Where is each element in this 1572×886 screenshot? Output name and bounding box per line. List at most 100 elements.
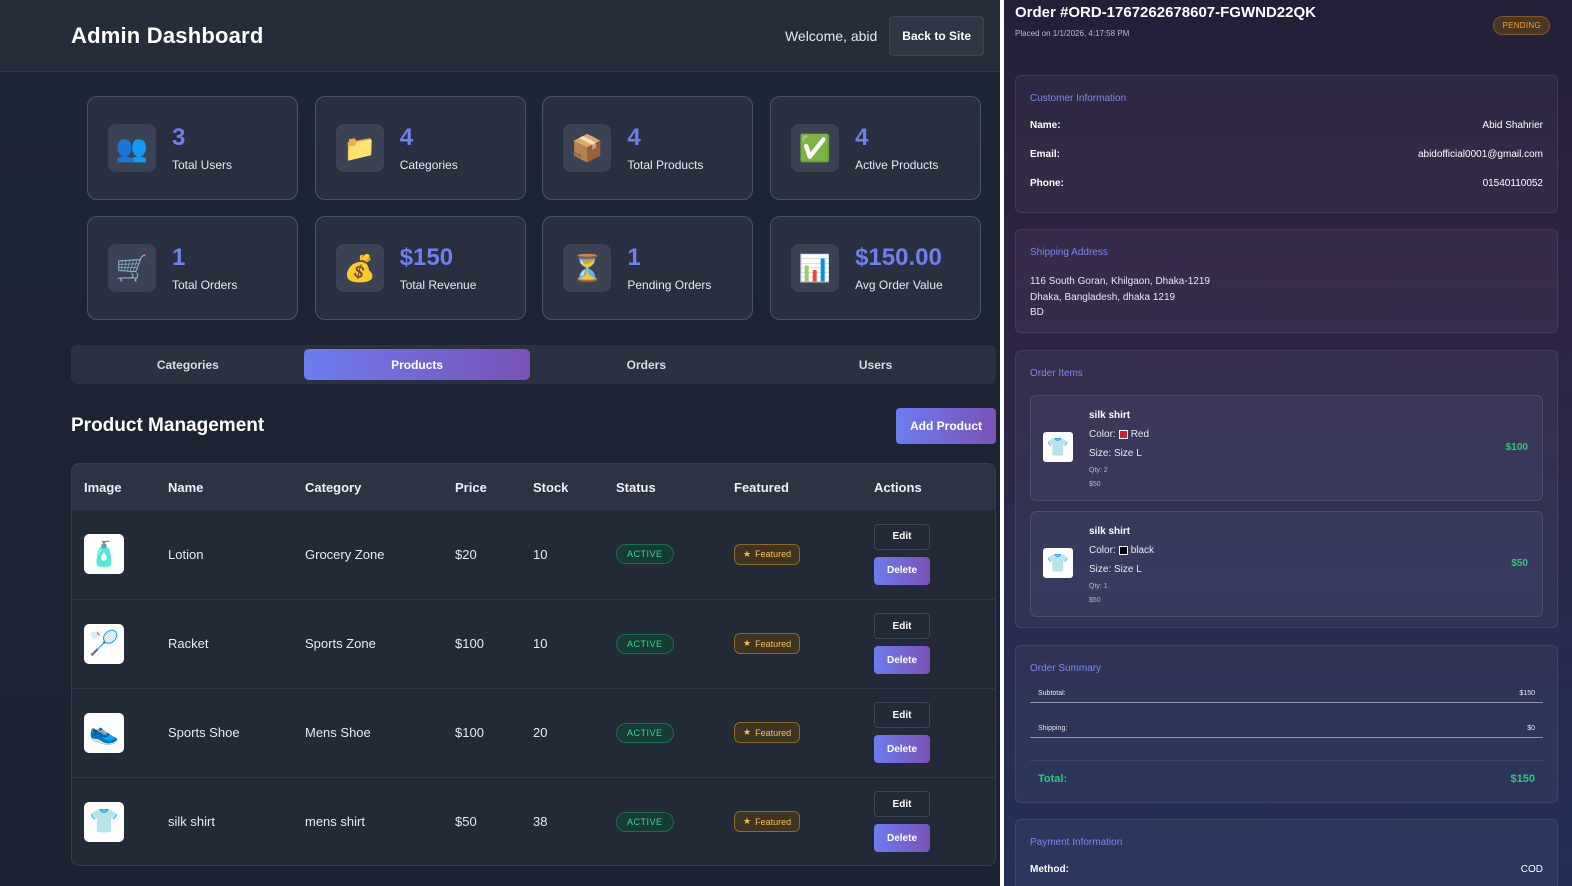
item-qty: Qty: 2 <box>1089 467 1108 474</box>
stat-card: ✅ 4 Active Products <box>770 96 982 200</box>
tab-users[interactable]: Users <box>763 349 989 380</box>
order-detail-panel[interactable]: Order #ORD-1767262678607-FGWND22QK Place… <box>1004 0 1572 886</box>
stat-card: 📊 $150.00 Avg Order Value <box>770 216 982 320</box>
product-stock: 38 <box>533 814 548 829</box>
stat-card: 👥 3 Total Users <box>87 96 298 200</box>
product-category: Grocery Zone <box>305 546 385 562</box>
folder-icon: 📁 <box>335 124 384 172</box>
field-label: Phone: <box>1030 178 1064 189</box>
tab-orders[interactable]: Orders <box>534 349 760 380</box>
subtotal-value: $150 <box>1519 690 1535 697</box>
tab-products[interactable]: Products <box>304 349 530 380</box>
product-image: 🏸 <box>84 623 124 664</box>
product-image: 👟 <box>84 712 124 753</box>
stat-card: 💰 $150 Total Revenue <box>314 216 526 320</box>
color-label: Color: <box>1089 429 1116 440</box>
featured-badge: ★ Featured <box>734 633 801 654</box>
item-color: Color: black <box>1089 545 1154 556</box>
subtotal-label: Subtotal: <box>1038 690 1066 697</box>
table-row: 👕 silk shirt mens shirt $50 38 ACTIVE ★ F… <box>72 777 995 865</box>
admin-dashboard: Admin Dashboard Welcome, abid Back to Si… <box>0 0 1000 886</box>
color-value: black <box>1130 545 1155 556</box>
stat-value: 4 <box>855 124 869 151</box>
address-line-1: 116 South Goran, Khilgaon, Dhaka-1219 <box>1030 276 1210 287</box>
card-title: Payment Information <box>1030 837 1123 848</box>
check-icon: ✅ <box>791 124 840 172</box>
tab-categories[interactable]: Categories <box>75 349 301 380</box>
card-title: Order Summary <box>1030 663 1102 674</box>
delete-button[interactable]: Delete <box>874 735 930 763</box>
stat-label: Total Revenue <box>399 278 477 292</box>
product-stock: 10 <box>533 546 548 562</box>
column-header: Actions <box>874 479 922 495</box>
stat-card: 📁 4 Categories <box>314 96 526 200</box>
order-title: Order #ORD-1767262678607-FGWND22QK <box>1015 4 1316 21</box>
total-label: Total: <box>1038 773 1068 785</box>
add-product-button[interactable]: Add Product <box>896 407 996 444</box>
edit-button[interactable]: Edit <box>874 613 930 639</box>
welcome-text: Welcome, abid <box>784 27 878 44</box>
delete-button[interactable]: Delete <box>874 646 930 674</box>
products-table: Image Name Category Price Stock Status F… <box>71 463 996 866</box>
hourglass-icon: ⏳ <box>563 244 612 292</box>
star-icon: ★ <box>743 816 752 826</box>
stat-card: 📦 4 Total Products <box>542 96 754 200</box>
edit-button[interactable]: Edit <box>874 523 930 550</box>
item-total: $50 <box>1511 558 1528 569</box>
product-category: Sports Zone <box>305 636 376 651</box>
edit-button[interactable]: Edit <box>874 702 930 728</box>
featured-label: Featured <box>755 549 792 560</box>
star-icon: ★ <box>743 638 752 648</box>
status-badge: ACTIVE <box>616 633 674 654</box>
stat-card: ⏳ 1 Pending Orders <box>542 216 754 320</box>
delete-button[interactable]: Delete <box>874 824 930 852</box>
customer-phone: 01540110052 <box>1482 178 1543 189</box>
section-title: Product Management <box>71 414 265 436</box>
order-header: Order #ORD-1767262678607-FGWND22QK Place… <box>1015 4 1560 38</box>
back-to-site-button[interactable]: Back to Site <box>889 15 984 56</box>
package-icon: 📦 <box>563 124 612 172</box>
stat-label: Total Products <box>627 158 704 172</box>
product-name: Sports Shoe <box>168 725 240 740</box>
address-line-2: Dhaka, Bangladesh, dhaka 1219 <box>1030 291 1176 303</box>
column-header: Status <box>616 479 656 495</box>
shipping-label: Shipping: <box>1038 725 1068 732</box>
column-header: Name <box>168 479 204 495</box>
stat-label: Active Products <box>855 158 939 172</box>
item-image: 👕 <box>1043 548 1073 578</box>
column-header: Image <box>84 479 122 495</box>
users-icon: 👥 <box>108 124 156 172</box>
stat-label: Categories <box>399 158 458 172</box>
page-title: Admin Dashboard <box>71 22 264 48</box>
customer-info-card: Customer Information Name: Abid Shahrier … <box>1015 75 1558 213</box>
item-unit-price: $50 <box>1089 481 1101 488</box>
order-placed-date: Placed on 1/1/2026, 4:17:58 PM <box>1015 29 1130 38</box>
product-category: mens shirt <box>305 814 365 829</box>
order-item: 👕 silk shirt Color: Red Size: Size L Qty:… <box>1030 395 1543 501</box>
item-image: 👕 <box>1043 432 1073 462</box>
payment-info-card: Payment Information Method: COD <box>1015 819 1558 886</box>
featured-badge: ★ Featured <box>734 722 801 743</box>
status-badge: ACTIVE <box>616 544 674 565</box>
top-bar-right: Welcome, abid Back to Site <box>784 15 984 56</box>
customer-email: abidofficial0001@gmail.com <box>1417 149 1543 160</box>
card-title: Customer Information <box>1030 93 1127 104</box>
customer-phone-row: Phone: 01540110052 <box>1030 178 1543 189</box>
chart-icon: 📊 <box>791 244 840 292</box>
edit-button[interactable]: Edit <box>874 791 930 817</box>
shipping-row: Shipping: $0 <box>1030 725 1543 738</box>
column-header: Price <box>455 479 487 495</box>
stat-value: 4 <box>399 124 414 151</box>
star-icon: ★ <box>743 548 752 559</box>
product-category: Mens Shoe <box>305 725 371 740</box>
table-header-row: Image Name Category Price Stock Status F… <box>72 464 995 510</box>
stat-card: 🛒 1 Total Orders <box>87 216 298 320</box>
product-stock: 20 <box>533 725 548 740</box>
item-qty: Qty: 1 <box>1089 583 1108 590</box>
top-bar: Admin Dashboard Welcome, abid Back to Si… <box>0 0 1000 72</box>
product-name: Racket <box>168 636 209 651</box>
featured-badge: ★ Featured <box>734 543 801 565</box>
stat-value: 3 <box>172 124 186 151</box>
delete-button[interactable]: Delete <box>874 556 930 585</box>
table-row: 👟 Sports Shoe Mens Shoe $100 20 ACTIVE ★… <box>72 688 995 777</box>
